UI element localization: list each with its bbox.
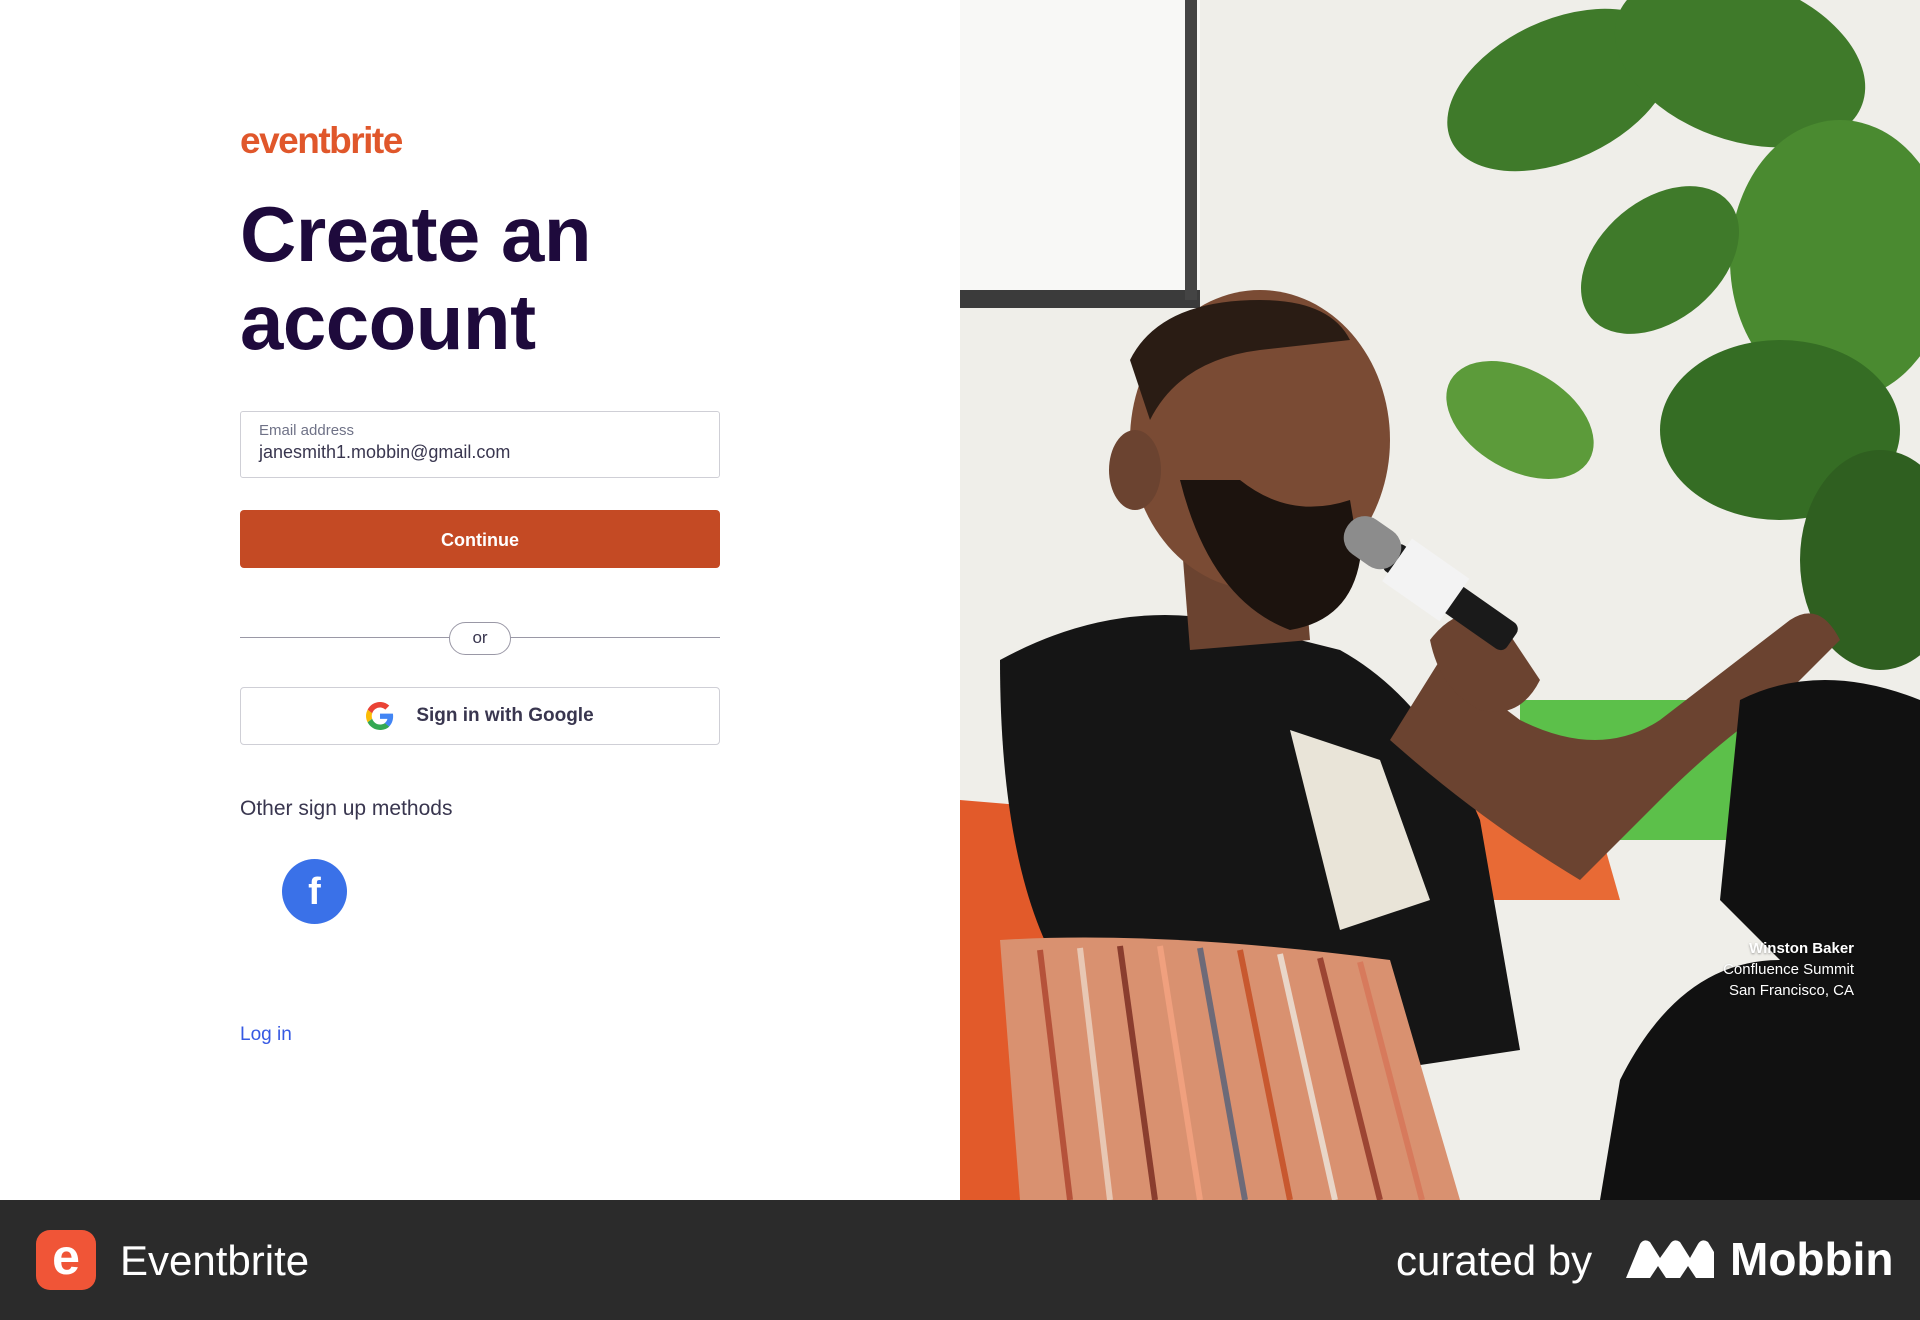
footer-bar: e Eventbrite curated by Mobbin (0, 1200, 1920, 1320)
login-link[interactable]: Log in (240, 1021, 292, 1049)
hero-photo-illustration (960, 0, 1920, 1200)
app-name: Eventbrite (120, 1237, 310, 1284)
facebook-f-icon: f (308, 870, 321, 913)
hero-photo: Winston Baker Confluence Summit San Fran… (960, 0, 1920, 1200)
facebook-signup-button[interactable]: f (282, 859, 347, 924)
mobbin-logo-icon (1626, 1240, 1714, 1278)
mobbin-name: Mobbin (1730, 1233, 1894, 1285)
app-icon-glyph: e (52, 1229, 80, 1285)
email-field[interactable]: Email address janesmith1.mobbin@gmail.co… (240, 411, 720, 478)
google-signin-label: Sign in with Google (416, 705, 594, 726)
caption-location: San Francisco, CA (1728, 982, 1854, 999)
google-signin-button[interactable]: Sign in with Google (240, 687, 720, 745)
curated-by-label: curated by (1396, 1237, 1593, 1284)
photo-caption: Winston Baker Confluence Summit San Fran… (1723, 938, 1854, 1001)
divider-right (510, 637, 720, 638)
eventbrite-logo[interactable]: eventbrite (240, 116, 403, 166)
email-label: Email address (259, 422, 355, 439)
caption-event: Confluence Summit (1723, 961, 1854, 978)
caption-name: Winston Baker (1749, 940, 1854, 957)
or-separator: or (449, 622, 511, 655)
page: eventbrite Create an account Email addre… (0, 0, 1920, 1320)
page-title: Create an account (240, 190, 592, 366)
email-input[interactable]: janesmith1.mobbin@gmail.com (259, 440, 701, 464)
eventbrite-e-icon: e (36, 1230, 96, 1290)
google-g-icon (366, 702, 394, 730)
continue-button[interactable]: Continue (240, 510, 720, 568)
other-methods-heading: Other sign up methods (240, 797, 453, 820)
divider-left (240, 637, 450, 638)
signup-panel: eventbrite Create an account Email addre… (0, 0, 960, 1200)
